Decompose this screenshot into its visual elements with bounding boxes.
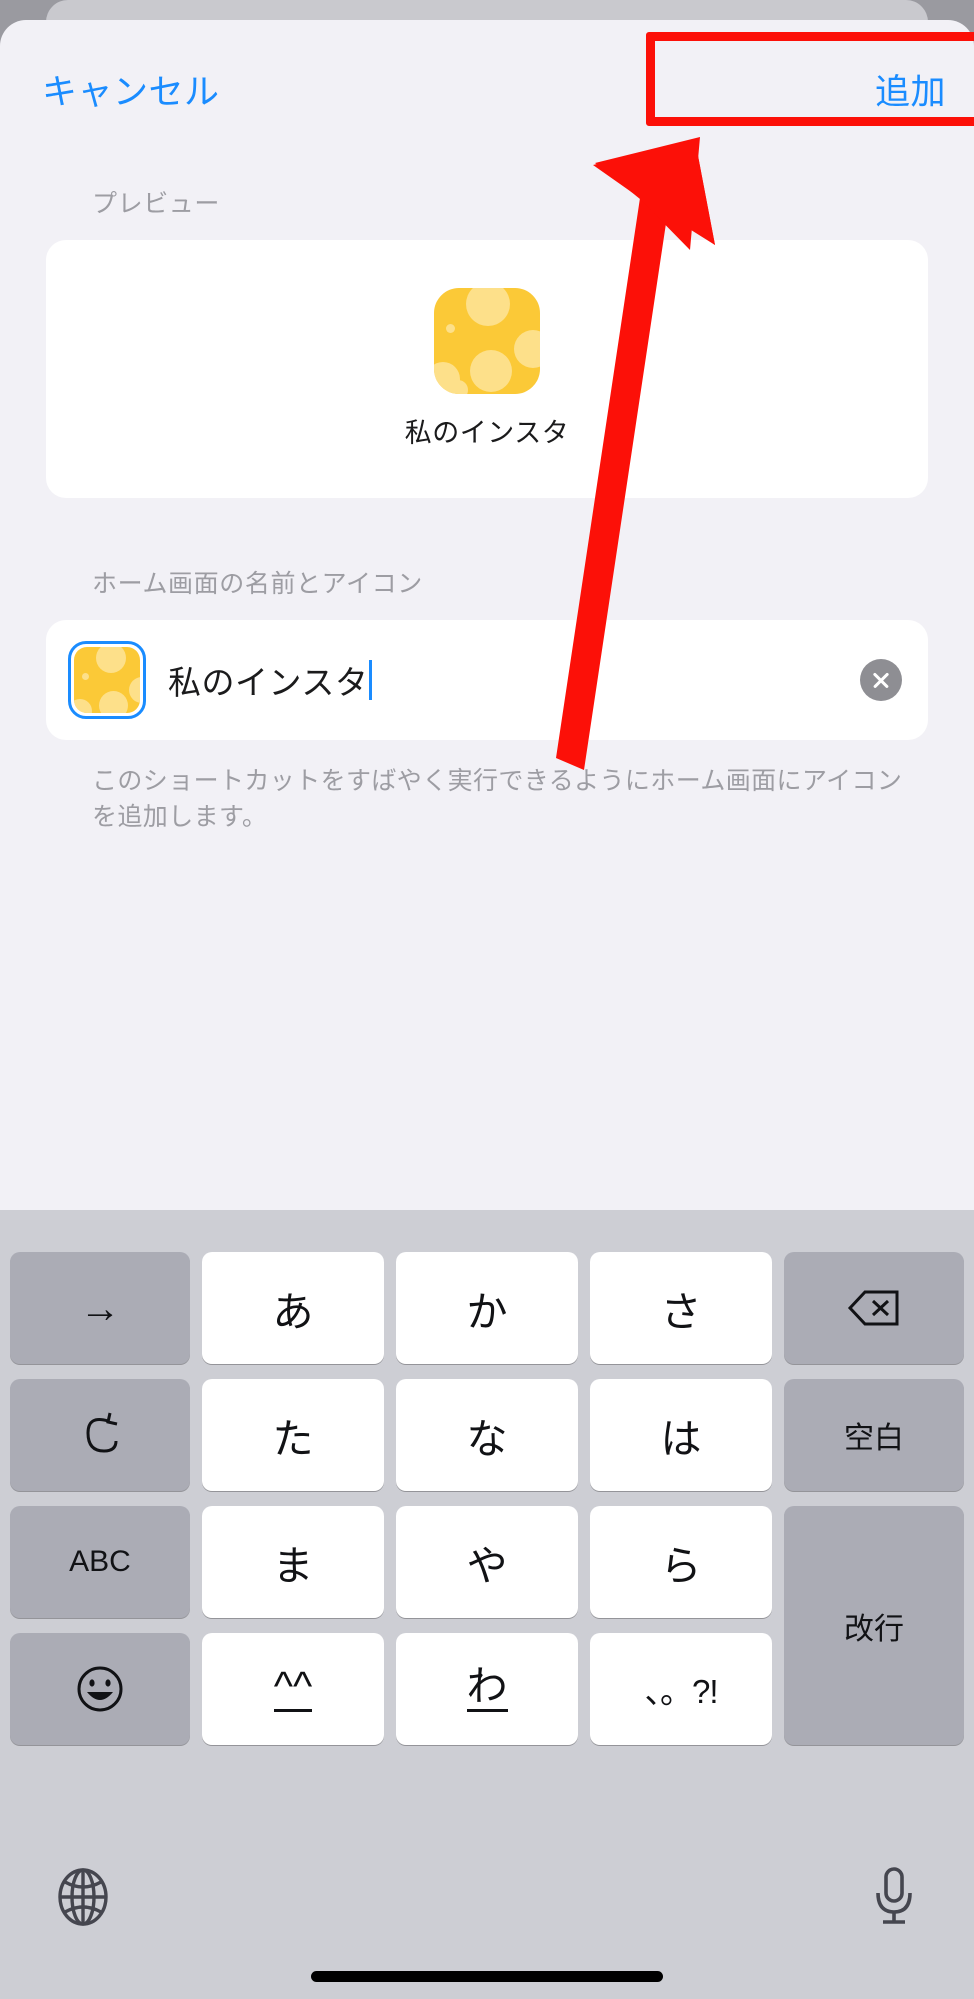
clear-text-icon[interactable]	[860, 659, 902, 701]
key-ka[interactable]: か	[396, 1252, 578, 1364]
home-indicator	[311, 1971, 663, 1982]
key-a[interactable]: あ	[202, 1252, 384, 1364]
keyboard-row: → あかさ	[10, 1252, 964, 1364]
key-na[interactable]: な	[396, 1379, 578, 1491]
text-cursor	[369, 660, 373, 700]
keyboard-row: ABC まやら改行	[10, 1506, 964, 1745]
key-ya[interactable]: や	[396, 1506, 578, 1618]
key-ha[interactable]: は	[590, 1379, 772, 1491]
globe-icon[interactable]	[55, 1868, 111, 1931]
keyboard-bottom-bar	[0, 1850, 974, 1999]
emoji-key[interactable]	[10, 1633, 190, 1745]
microphone-icon[interactable]	[872, 1866, 916, 1933]
key-ra[interactable]: ら	[590, 1506, 772, 1618]
name-input[interactable]: 私のインスタ	[146, 656, 860, 704]
name-input-value: 私のインスタ	[168, 664, 369, 701]
add-to-home-screen-sheet: キャンセル 追加 プレビュー 私のインスタ ホーム画面の名前とアイコン 私のイン…	[0, 20, 974, 1999]
preview-card: 私のインスタ	[46, 240, 928, 498]
form-content: プレビュー 私のインスタ ホーム画面の名前とアイコン 私のインスタ このショート…	[0, 132, 974, 1212]
abc-key[interactable]: ABC	[10, 1506, 190, 1618]
key-ma[interactable]: ま	[202, 1506, 384, 1618]
space-key[interactable]: 空白	[784, 1379, 964, 1491]
icon-picker-button[interactable]	[68, 641, 146, 719]
keyboard-row: たなは空白	[10, 1379, 964, 1491]
undo-key[interactable]	[10, 1379, 190, 1491]
delete-key[interactable]	[784, 1252, 964, 1364]
key-punctuation[interactable]: 、。?!	[590, 1633, 772, 1745]
key-label: わ	[466, 1666, 508, 1712]
navigation-bar: キャンセル 追加	[0, 20, 974, 132]
name-and-icon-row: 私のインスタ	[46, 620, 928, 740]
cheese-app-icon	[434, 288, 540, 394]
arrow-right-key[interactable]: →	[10, 1252, 190, 1364]
key-label: ^^	[273, 1666, 313, 1712]
cancel-button[interactable]: キャンセル	[42, 64, 220, 115]
keyboard-rows: → あかさたなは空白 ABC まやら改行 ^^ わ、。?!	[0, 1210, 974, 1850]
key-ta[interactable]: た	[202, 1379, 384, 1491]
preview-section-label: プレビュー	[92, 190, 221, 218]
key-sa[interactable]: さ	[590, 1252, 772, 1364]
footnote-text: このショートカットをすばやく実行できるようにホーム画面にアイコンを追加します。	[92, 767, 903, 831]
preview-app-name: 私のインスタ	[404, 418, 570, 448]
add-button[interactable]: 追加	[875, 64, 946, 115]
key-kaomoji[interactable]: ^^	[202, 1633, 384, 1745]
japanese-kana-keyboard: → あかさたなは空白 ABC まやら改行 ^^ わ、。?!	[0, 1210, 974, 1999]
key-wa[interactable]: わ	[396, 1633, 578, 1745]
name-section-label: ホーム画面の名前とアイコン	[92, 570, 423, 598]
cheese-app-icon-small	[74, 647, 140, 713]
return-key[interactable]: 改行	[784, 1506, 964, 1745]
